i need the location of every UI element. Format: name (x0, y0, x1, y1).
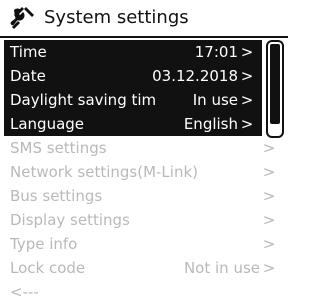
menu-item-value: In use (192, 91, 238, 109)
menu-item-label: Time (10, 43, 47, 61)
menu-item-label: SMS settings (10, 139, 107, 157)
menu-item-type-info[interactable]: Type info > (0, 232, 288, 256)
menu-item-lock-code[interactable]: Lock code Not in use > (0, 256, 288, 280)
menu-item-daylight-saving[interactable]: Daylight saving tim In use > (0, 88, 262, 112)
chevron-right-icon: > (262, 211, 276, 229)
scrollbar-thumb[interactable] (270, 44, 280, 124)
menu-item-value: 03.12.2018 (152, 67, 238, 85)
chevron-right-icon: > (240, 43, 254, 61)
menu-item-value: Not in use (183, 259, 260, 277)
menu-item-sms-settings[interactable]: SMS settings > (0, 136, 288, 160)
chevron-right-icon: > (262, 139, 276, 157)
menu-item-label: Display settings (10, 211, 130, 229)
menu-item-back[interactable]: <--- (0, 280, 288, 304)
menu-item-display-settings[interactable]: Display settings > (0, 208, 288, 232)
menu-item-value: English (183, 115, 238, 133)
menu-item-value: 17:01 (194, 43, 238, 61)
menu-item-time[interactable]: Time 17:01 > (0, 40, 262, 64)
menu-item-language[interactable]: Language English > (0, 112, 262, 136)
menu-item-label: Type info (10, 235, 78, 253)
menu-item-bus-settings[interactable]: Bus settings > (0, 184, 288, 208)
chevron-right-icon: > (262, 235, 276, 253)
system-settings-screen: System settings Time 17:01 > Date 03.12.… (0, 0, 288, 301)
menu-item-label: Lock code (10, 259, 86, 277)
back-label: <--- (10, 283, 39, 301)
chevron-right-icon: > (240, 115, 254, 133)
settings-menu: Time 17:01 > Date 03.12.2018 > Daylight … (0, 40, 288, 304)
menu-scrollbar[interactable] (266, 40, 284, 138)
menu-item-label: Language (10, 115, 85, 133)
title-bar: System settings (0, 0, 288, 38)
chevron-right-icon: > (262, 187, 276, 205)
menu-item-label: Daylight saving tim (10, 91, 157, 109)
menu-item-label: Date (10, 67, 46, 85)
menu-item-date[interactable]: Date 03.12.2018 > (0, 64, 262, 88)
menu-item-label: Bus settings (10, 187, 103, 205)
chevron-right-icon: > (240, 91, 254, 109)
menu-item-label: Network settings(M-Link) (10, 163, 198, 181)
chevron-right-icon: > (262, 163, 276, 181)
chevron-right-icon: > (262, 259, 276, 277)
menu-item-network-settings[interactable]: Network settings(M-Link) > (0, 160, 288, 184)
wrench-screwdriver-icon (8, 3, 38, 33)
page-title: System settings (44, 7, 189, 28)
chevron-right-icon: > (240, 67, 254, 85)
